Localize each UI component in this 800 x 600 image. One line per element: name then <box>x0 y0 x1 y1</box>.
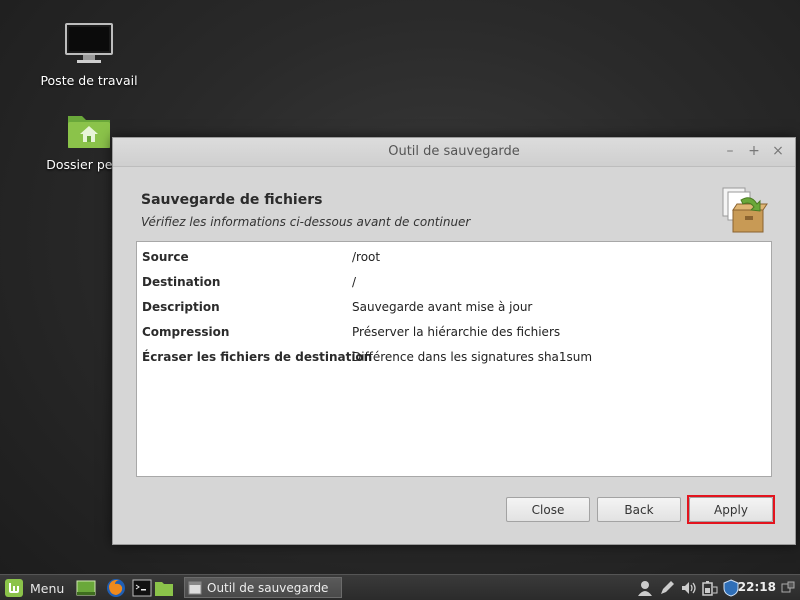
summary-row: Description Sauvegarde avant mise à jour <box>142 298 762 316</box>
window-titlebar[interactable]: Outil de sauvegarde – + × <box>113 138 795 167</box>
summary-key: Source <box>142 250 189 264</box>
taskbar: Menu Outil de sauvegarde 22:18 <box>0 574 800 600</box>
taskbar-item-label: Outil de sauvegarde <box>207 580 329 595</box>
pen-icon[interactable] <box>658 579 676 597</box>
summary-value: Sauvegarde avant mise à jour <box>352 300 533 314</box>
taskbar-item-backup-tool[interactable]: Outil de sauvegarde <box>184 577 342 598</box>
summary-key: Écraser les fichiers de destination <box>142 350 373 364</box>
summary-value: Préserver la hiérarchie des fichiers <box>352 325 561 339</box>
summary-row: Écraser les fichiers de destination Diff… <box>142 348 762 366</box>
summary-row: Source /root <box>142 248 762 266</box>
menu-label: Menu <box>30 580 65 596</box>
menu-button[interactable]: Menu <box>4 577 64 599</box>
summary-key: Description <box>142 300 220 314</box>
maximize-icon[interactable]: + <box>747 142 761 160</box>
backup-box-icon <box>722 187 768 233</box>
desktop-icon-computer[interactable]: Poste de travail <box>34 22 144 88</box>
clock[interactable]: 22:18 <box>738 580 776 594</box>
summary-key: Destination <box>142 275 221 289</box>
monitor-icon <box>65 23 113 63</box>
apply-button[interactable]: Apply <box>689 497 773 522</box>
desktop-icon-label: Poste de travail <box>40 73 138 88</box>
close-button[interactable]: Close <box>506 497 590 522</box>
volume-icon[interactable] <box>680 579 698 597</box>
back-button[interactable]: Back <box>597 497 681 522</box>
page-subtitle: Vérifiez les informations ci-dessous ava… <box>141 215 471 229</box>
backup-tool-window: Outil de sauvegarde – + × Sauvegarde de … <box>112 137 796 545</box>
window-icon <box>188 581 202 594</box>
backup-summary-panel: Source /root Destination / Description S… <box>136 241 772 477</box>
workspace-icon[interactable] <box>780 579 798 597</box>
firefox-icon[interactable] <box>106 578 126 598</box>
user-icon[interactable] <box>636 579 654 597</box>
show-desktop-icon[interactable] <box>76 578 96 598</box>
summary-value: Différence dans les signatures sha1sum <box>352 350 593 364</box>
summary-row: Compression Préserver la hiérarchie des … <box>142 323 762 341</box>
page-title: Sauvegarde de fichiers <box>141 192 323 208</box>
minimize-icon[interactable]: – <box>723 142 737 160</box>
summary-row: Destination / <box>142 273 762 291</box>
window-title: Outil de sauvegarde <box>388 144 520 159</box>
home-folder-icon <box>68 116 110 148</box>
terminal-icon[interactable] <box>132 578 152 598</box>
folder-icon[interactable] <box>154 578 174 598</box>
summary-value: /root <box>352 250 381 264</box>
mint-logo-icon <box>5 579 23 597</box>
battery-icon[interactable] <box>700 579 718 597</box>
summary-key: Compression <box>142 325 230 339</box>
close-icon[interactable]: × <box>771 142 785 160</box>
summary-value: / <box>352 275 357 289</box>
